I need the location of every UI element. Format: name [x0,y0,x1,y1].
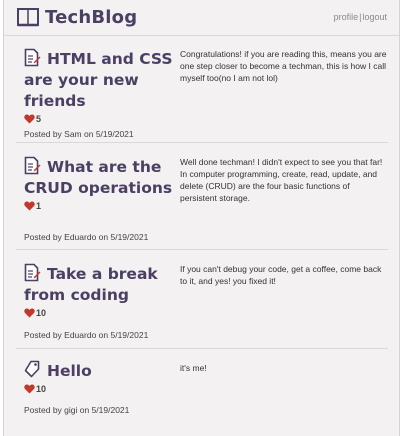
post-excerpt: Congratulations! if you are reading this… [180,49,387,83]
likes-count[interactable]: 10 [24,308,174,318]
post-item[interactable]: Hello 10 Posted by gigi on 5/19/2021 it'… [16,349,388,429]
post-title[interactable]: HTML and CSS are your new friends [24,48,174,112]
heart-icon [24,308,35,318]
post-title[interactable]: What are the CRUD operations [24,156,174,199]
likes-count[interactable]: 5 [24,114,174,124]
likes-count[interactable]: 10 [24,384,174,394]
post-item[interactable]: HTML and CSS are your new friends 5 Post… [16,35,388,143]
post-excerpt: If you can't debug your code, get a coff… [180,264,382,286]
likes-value: 10 [36,384,47,394]
document-pen-icon [24,156,41,175]
likes-count[interactable]: 1 [24,201,174,211]
heart-icon [24,201,35,211]
heart-icon [24,384,35,394]
post-meta: Posted by Eduardo on 5/19/2021 [24,232,149,242]
post-item[interactable]: Take a break from coding 10 Posted by Ed… [16,250,388,349]
post-title-text: Take a break from coding [24,265,158,304]
post-title-text: What are the CRUD operations [24,158,173,197]
post-excerpt: it's me! [180,363,207,373]
post-item[interactable]: What are the CRUD operations 1 Posted by… [16,143,388,250]
document-pen-icon [24,48,41,67]
likes-value: 5 [36,114,42,124]
likes-value: 1 [36,201,42,211]
logout-link[interactable]: logout [362,12,387,22]
post-list: HTML and CSS are your new friends 5 Post… [16,35,388,429]
page-frame: TechBlog profile|logout HTML and CSS are… [3,0,400,436]
header-nav: profile|logout [334,12,387,22]
heart-icon [24,114,35,124]
post-meta: Posted by Sam on 5/19/2021 [24,129,134,139]
document-pen-icon [24,263,41,282]
likes-value: 10 [36,308,47,318]
profile-link[interactable]: profile [334,12,359,22]
brand[interactable]: TechBlog [17,5,137,29]
post-title[interactable]: Hello [24,360,174,382]
post-title-text: Hello [47,362,92,380]
post-meta: Posted by Eduardo on 5/19/2021 [24,330,149,340]
post-excerpt: Well done techman! I didn't expect to se… [180,157,383,203]
open-book-icon [17,8,39,27]
post-title-text: HTML and CSS are your new friends [24,50,173,110]
tag-icon [24,360,40,378]
site-title: TechBlog [45,6,138,28]
post-meta: Posted by gigi on 5/19/2021 [24,405,130,415]
post-title[interactable]: Take a break from coding [24,263,174,306]
site-header: TechBlog profile|logout [4,0,399,36]
